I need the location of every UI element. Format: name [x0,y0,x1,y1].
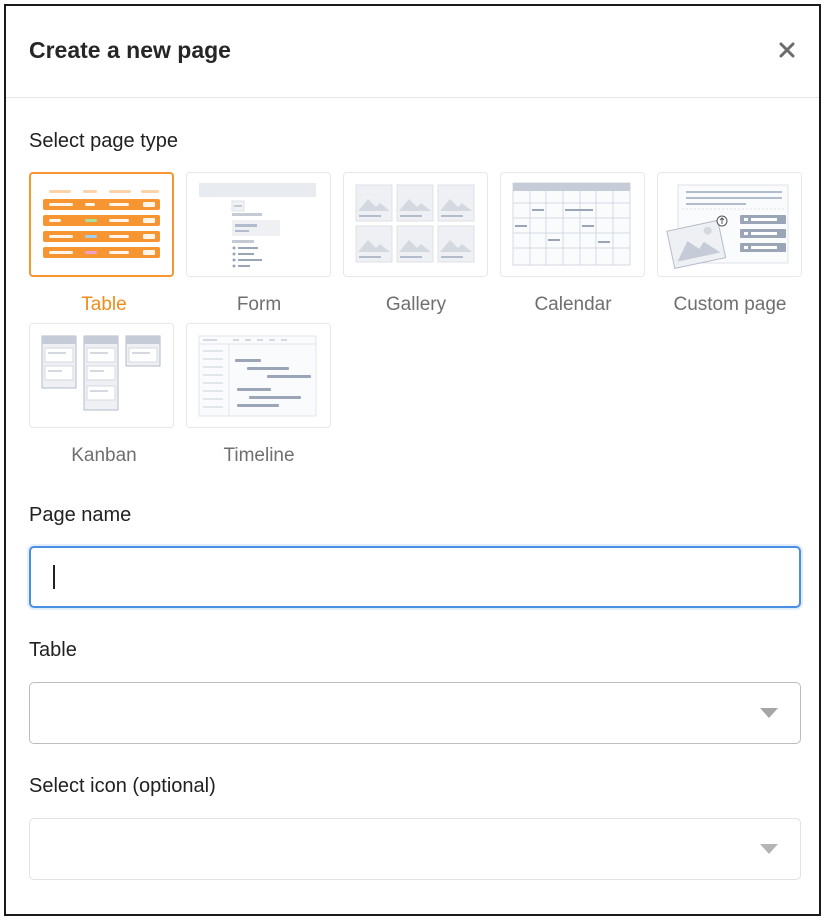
dropdown-arrow-icon [760,844,778,854]
close-button[interactable] [773,36,801,64]
page-name-label: Page name [29,504,132,526]
page-type-kanban[interactable] [29,323,174,428]
timeline-preview-icon [198,335,317,417]
page-type-label: Select page type [29,130,178,152]
dialog-title: Create a new page [29,37,231,63]
page-type-table-label: Table [81,294,127,315]
custom-page-preview-icon [666,184,789,269]
close-icon [779,42,795,58]
page-type-calendar-label: Calendar [534,294,612,315]
page-type-custom[interactable] [657,172,802,277]
calendar-preview-icon [512,182,631,266]
table-preview-icon [43,190,160,258]
text-caret [53,565,55,589]
page-type-form[interactable] [186,172,331,277]
page-type-gallery-label: Gallery [385,294,447,315]
page-type-calendar[interactable] [500,172,645,277]
page-name-input[interactable] [29,546,801,608]
page-type-timeline[interactable] [186,323,331,428]
dialog-header: Create a new page [6,6,819,98]
table-select-label: Table [29,639,77,661]
dropdown-arrow-icon [760,708,778,718]
gallery-preview-icon [355,184,475,263]
page-type-table[interactable] [29,172,174,277]
page-type-kanban-label: Kanban [71,445,137,466]
page-type-timeline-label: Timeline [223,445,295,466]
icon-select-label: Select icon (optional) [29,775,216,797]
icon-select[interactable] [29,818,801,880]
kanban-preview-icon [41,335,161,411]
page-type-custom-label: Custom page [673,294,787,315]
create-page-dialog: Create a new page Select page type Table… [4,4,821,916]
page-type-form-label: Form [236,294,282,315]
table-select[interactable] [29,682,801,744]
page-type-gallery[interactable] [343,172,488,277]
form-preview-icon [199,183,316,268]
